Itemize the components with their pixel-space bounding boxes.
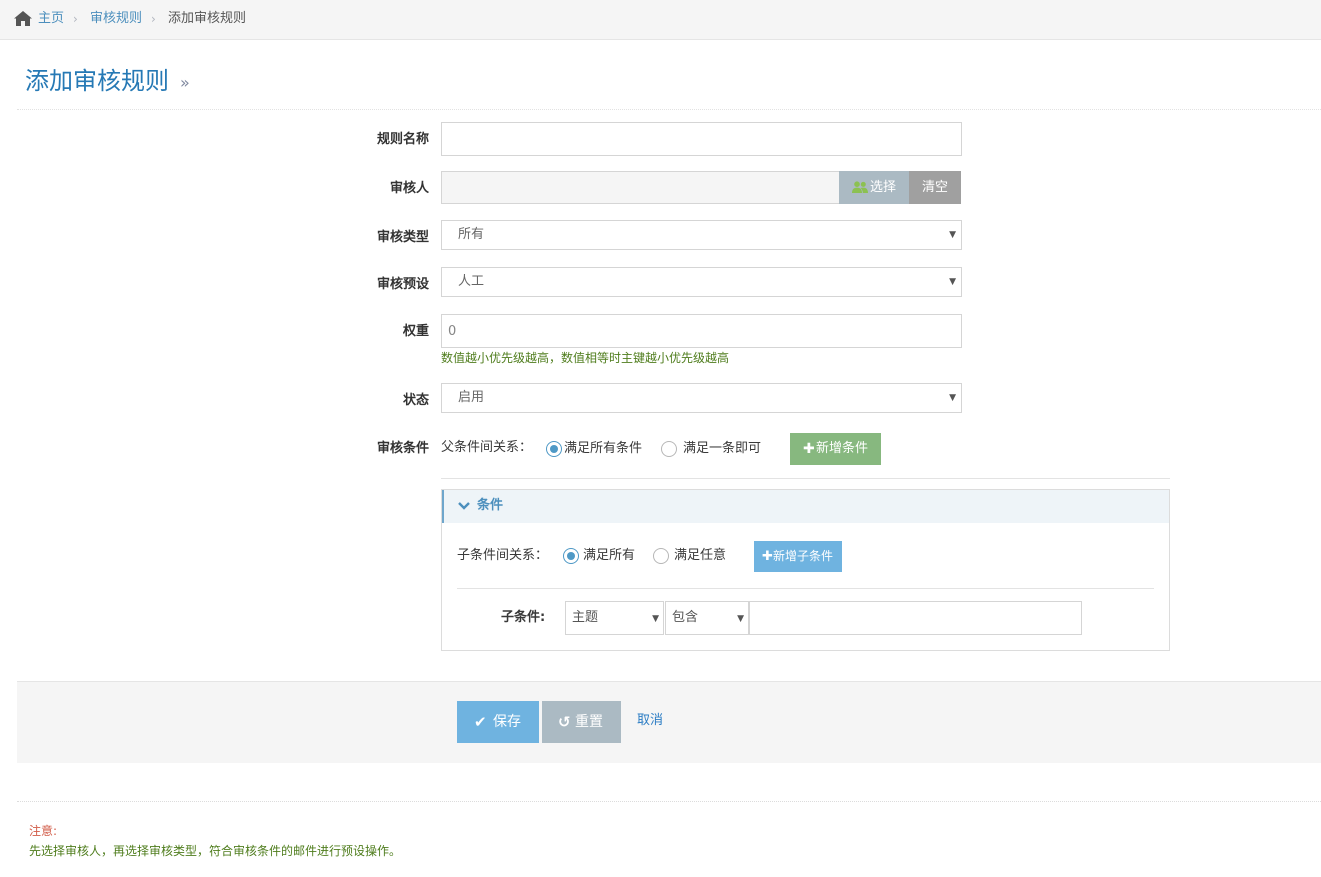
weight-label: 权重 (402, 324, 429, 339)
preset-value: 人工 (458, 274, 485, 289)
users-icon (852, 181, 868, 193)
reset-button-label: 重置 (575, 714, 603, 730)
home-icon[interactable] (14, 11, 32, 26)
cancel-link[interactable]: 取消 (637, 713, 663, 729)
breadcrumb-separator-icon: › (151, 12, 156, 26)
condition-operator-select[interactable]: 包含 ▼ (665, 601, 749, 635)
condition-value-input[interactable] (749, 601, 1082, 635)
child-relation-all-label[interactable]: 满足所有 (583, 548, 635, 564)
rule-name-label: 规则名称 (376, 132, 429, 147)
undo-icon: ↺ (558, 713, 571, 731)
caret-down-icon: ▼ (652, 614, 659, 624)
weight-input[interactable] (441, 314, 962, 348)
divider (441, 478, 1170, 479)
select-reviewer-button[interactable]: 选择 (839, 171, 909, 204)
chevron-down-icon[interactable] (458, 501, 470, 511)
review-type-select[interactable]: 所有 ▼ (441, 220, 962, 250)
parent-relation-any-radio[interactable] (661, 441, 677, 457)
child-relation-all-radio[interactable] (563, 548, 579, 564)
child-relation-any-radio[interactable] (653, 548, 669, 564)
parent-relation-label: 父条件间关系： (441, 440, 533, 455)
caret-down-icon: ▼ (949, 393, 956, 403)
status-label: 状态 (402, 393, 429, 408)
status-select[interactable]: 启用 ▼ (441, 383, 962, 413)
child-relation-any-label[interactable]: 满足任意 (674, 548, 726, 564)
parent-relation-all-radio[interactable] (546, 441, 562, 457)
caret-down-icon: ▼ (949, 277, 956, 287)
weight-help-text: 数值越小优先级越高，数值相等时主键越小优先级越高 (441, 351, 730, 365)
add-child-condition-button[interactable]: ✚ 新增子条件 (754, 541, 842, 572)
condition-panel-title: 条件 (477, 498, 504, 513)
breadcrumb: 主页 › 审核规则 › 添加审核规则 (0, 0, 1321, 40)
breadcrumb-current: 添加审核规则 (168, 11, 247, 26)
preset-label: 审核预设 (376, 277, 429, 292)
notice-text: 先选择审核人，再选择审核类型，符合审核条件的邮件进行预设操作。 (29, 844, 402, 858)
reset-button[interactable]: ↺ 重置 (542, 701, 621, 743)
condition-field-value: 主题 (572, 610, 599, 625)
child-relation-label: 子条件间关系： (457, 548, 549, 563)
add-condition-button[interactable]: ✚ 新增条件 (790, 433, 881, 465)
caret-down-icon: ▼ (949, 230, 956, 240)
review-type-value: 所有 (458, 227, 485, 242)
condition-field-select[interactable]: 主题 ▼ (565, 601, 664, 635)
reviewer-input[interactable] (441, 171, 839, 204)
condition-panel-header[interactable]: 条件 (442, 490, 1169, 523)
check-icon: ✔ (474, 713, 487, 731)
reviewer-label: 审核人 (389, 181, 429, 196)
header-divider (17, 109, 1321, 110)
breadcrumb-home-link[interactable]: 主页 (38, 11, 64, 27)
status-value: 启用 (458, 390, 485, 405)
parent-relation-all-label[interactable]: 满足所有条件 (564, 441, 642, 457)
page-title: 添加审核规则 (25, 67, 169, 95)
add-child-condition-label: 新增子条件 (773, 549, 834, 563)
footer-divider (17, 801, 1321, 802)
child-condition-label: 子条件: (501, 610, 546, 625)
add-condition-label: 新增条件 (816, 441, 869, 456)
notice-title: 注意: (29, 824, 58, 838)
save-button-label: 保存 (493, 714, 521, 730)
double-chevron-right-icon: » (180, 73, 190, 92)
divider (457, 588, 1154, 589)
condition-operator-value: 包含 (672, 610, 699, 625)
caret-down-icon: ▼ (737, 614, 744, 624)
clear-reviewer-button[interactable]: 清空 (909, 171, 961, 204)
parent-relation-any-label[interactable]: 满足一条即可 (683, 441, 761, 457)
plus-icon: ✚ (762, 549, 773, 564)
breadcrumb-rules-link[interactable]: 审核规则 (90, 11, 142, 27)
breadcrumb-separator-icon: › (73, 12, 78, 26)
conditions-label: 审核条件 (376, 441, 429, 456)
preset-select[interactable]: 人工 ▼ (441, 267, 962, 297)
review-type-label: 审核类型 (376, 230, 429, 245)
form-actions-bar (17, 681, 1321, 763)
rule-name-input[interactable] (441, 122, 962, 156)
save-button[interactable]: ✔ 保存 (457, 701, 539, 743)
select-button-label: 选择 (870, 180, 897, 195)
plus-icon: ✚ (803, 441, 815, 457)
